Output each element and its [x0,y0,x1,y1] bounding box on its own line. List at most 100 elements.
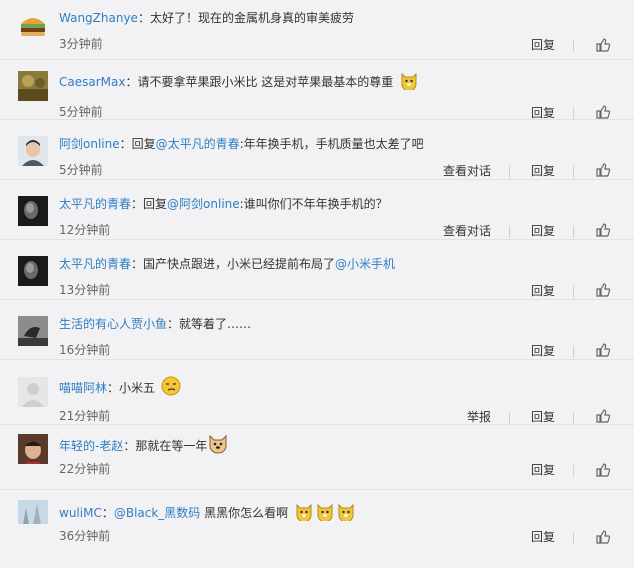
avatar[interactable] [18,500,48,530]
comment-body: wuliMC：@Black_黑数码 黑黑你怎么看啊 [59,501,356,526]
comment-username[interactable]: 阿剑online [59,137,120,151]
reply-button[interactable]: 回复 [531,223,555,239]
divider [509,166,510,178]
forest-avatar-image [18,71,48,101]
comment-time: 36分钟前 [59,529,111,543]
comment-time: 21分钟前 [59,409,111,423]
comment-username[interactable]: CaesarMax [59,75,125,89]
comment-body: 喵喵阿林：小米五 [59,376,181,401]
reply-button[interactable]: 回复 [531,462,555,478]
comment-username[interactable]: wuliMC [59,506,102,520]
dog-emoji-icon [207,434,229,459]
reply-button[interactable]: 回复 [531,409,555,425]
reply-button[interactable]: 回复 [531,283,555,299]
comment-text: ：小米五 [107,381,156,395]
thumbs-up-icon[interactable] [595,282,611,298]
avatar[interactable] [18,136,48,166]
comment-time: 22分钟前 [59,462,111,476]
comment-item: WangZhanye：太好了！现在的金属机身真的审美疲劳 3分钟前 回复 [0,0,634,60]
avatar[interactable] [18,10,48,40]
comment-text: :谁叫你们不年年换手机的？ [239,197,388,211]
comment-username[interactable]: 喵喵阿林 [59,381,107,395]
mention-link[interactable]: @太平凡的青春 [156,137,240,151]
comment-item: 喵喵阿林：小米五 21分钟前 举报 回复 [0,360,634,425]
comment-time: 16分钟前 [59,343,111,357]
divider [509,226,510,238]
reply-button[interactable]: 回复 [531,343,555,359]
divider [509,412,510,424]
divider [573,107,574,119]
doge-emoji-icon [315,501,335,526]
divider [573,346,574,358]
comment-text: ： [101,506,114,520]
avatar[interactable] [18,196,48,226]
avatar[interactable] [18,434,48,464]
dark-portrait-avatar-image [18,256,48,286]
comment-body: 太平凡的青春：国产快点跟进，小米已经提前布局了@小米手机 [59,255,395,273]
comment-text: ：回复 [119,137,156,151]
comment-time: 12分钟前 [59,223,111,237]
comment-text: :年年换手机，手机质量也太差了吧 [239,137,424,151]
reply-button[interactable]: 回复 [531,163,555,179]
doge-emoji-icon [399,70,419,95]
thumbs-up-icon[interactable] [595,104,611,120]
avatar[interactable] [18,71,48,101]
comment-username[interactable]: 太平凡的青春 [59,197,131,211]
thumbs-up-icon[interactable] [595,529,611,545]
divider [573,532,574,544]
comment-body: 生活的有心人贾小鱼：就等着了…… [59,315,251,333]
bird-avatar-image [18,316,48,346]
divider [573,40,574,52]
comment-body: 太平凡的青春：回复@阿剑online:谁叫你们不年年换手机的？ [59,195,388,213]
reply-button[interactable]: 回复 [531,529,555,545]
avatar[interactable] [18,316,48,346]
mention-link[interactable]: @Black_黑数码 [114,506,200,520]
dark-portrait-avatar-image [18,196,48,226]
view-dialog-button[interactable]: 查看对话 [443,163,491,179]
reply-button[interactable]: 回复 [531,37,555,53]
comment-item: CaesarMax：请不要拿苹果跟小米比 这是对苹果最基本的尊重 5分钟前 回复 [0,60,634,120]
divider [573,166,574,178]
thumbs-up-icon[interactable] [595,222,611,238]
thumbs-up-icon[interactable] [595,342,611,358]
smirk-emoji-icon [161,376,181,401]
avatar[interactable] [18,377,48,407]
comment-body: WangZhanye：太好了！现在的金属机身真的审美疲劳 [59,9,354,27]
child-avatar-image [18,434,48,464]
comment-username[interactable]: 年轻的-老赵 [59,439,123,453]
comment-text: ：太好了！现在的金属机身真的审美疲劳 [137,11,354,25]
divider [573,286,574,298]
comment-text: ：就等着了…… [167,317,252,331]
thumbs-up-icon[interactable] [595,37,611,53]
reply-button[interactable]: 回复 [531,105,555,121]
comment-time: 13分钟前 [59,283,111,297]
comment-item: 生活的有心人贾小鱼：就等着了…… 16分钟前 回复 [0,300,634,360]
comment-item: wuliMC：@Black_黑数码 黑黑你怎么看啊 36分钟前 回复 [0,490,634,558]
comment-username[interactable]: 太平凡的青春 [59,257,131,271]
comment-text: ：国产快点跟进，小米已经提前布局了 [131,257,336,271]
report-button[interactable]: 举报 [467,409,491,425]
comment-username[interactable]: WangZhanye [59,11,138,25]
comment-time: 3分钟前 [59,37,103,51]
mention-link[interactable]: @小米手机 [335,257,395,271]
comment-time: 5分钟前 [59,163,103,177]
comment-item: 年轻的-老赵：那就在等一年 22分钟前 回复 [0,425,634,490]
comment-item: 太平凡的青春：回复@阿剑online:谁叫你们不年年换手机的？ 12分钟前 查看… [0,180,634,240]
view-dialog-button[interactable]: 查看对话 [443,223,491,239]
comment-text: ：回复 [131,197,168,211]
thumbs-up-icon[interactable] [595,462,611,478]
thumbs-up-icon[interactable] [595,408,611,424]
comment-body: CaesarMax：请不要拿苹果跟小米比 这是对苹果最基本的尊重 [59,70,419,95]
comment-item: 太平凡的青春：国产快点跟进，小米已经提前布局了@小米手机 13分钟前 回复 [0,240,634,300]
burger-avatar-image [18,10,48,40]
avatar[interactable] [18,256,48,286]
default-avatar-image [18,377,48,407]
divider [573,412,574,424]
comment-body: 年轻的-老赵：那就在等一年 [59,434,229,459]
divider [573,226,574,238]
comment-time: 5分钟前 [59,105,103,119]
mention-link[interactable]: @阿剑online [167,197,240,211]
doge-emoji-icon [336,501,356,526]
comment-username[interactable]: 生活的有心人贾小鱼 [59,317,167,331]
thumbs-up-icon[interactable] [595,162,611,178]
